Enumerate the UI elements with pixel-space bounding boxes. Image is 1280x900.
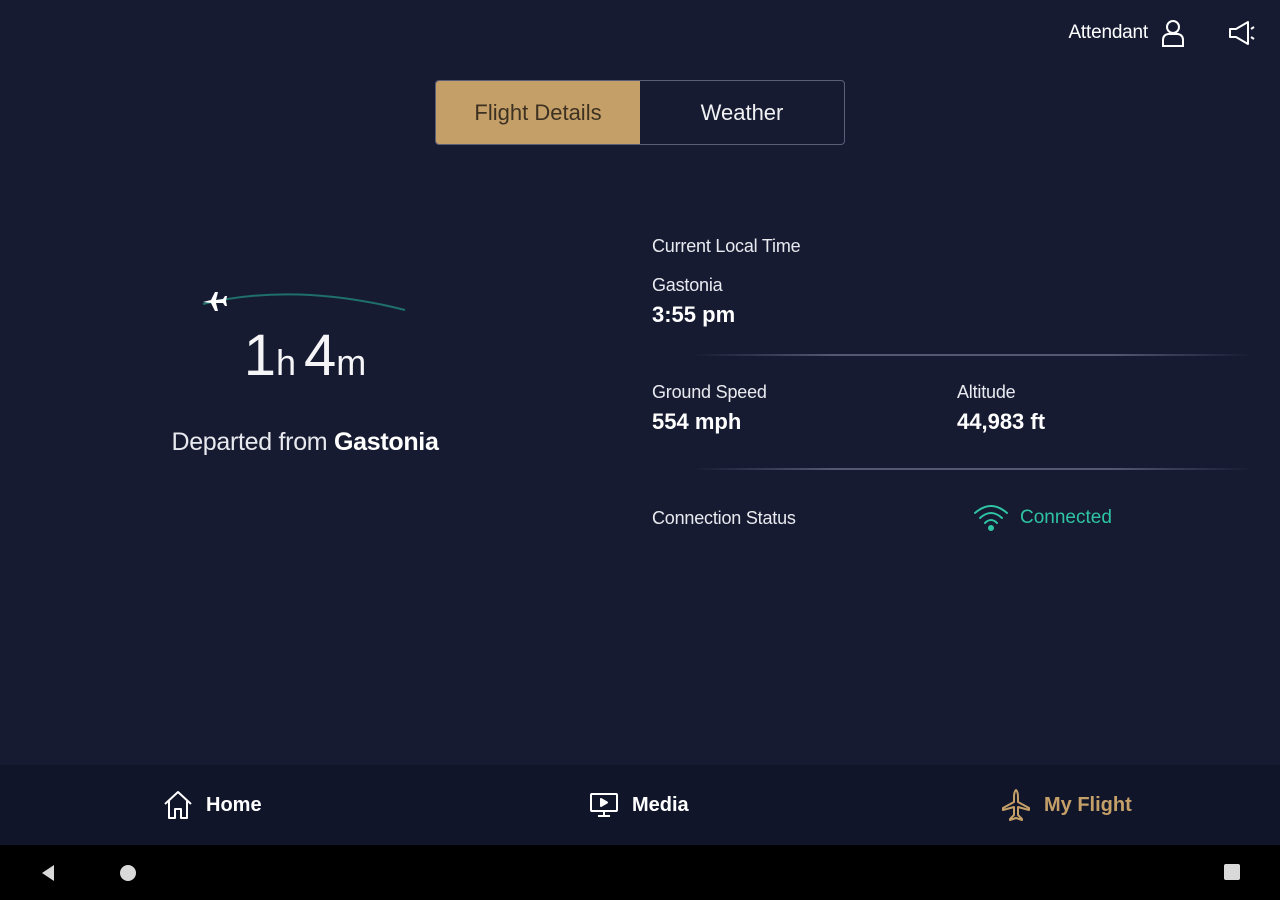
local-time-section: Current Local Time Gastonia 3:55 pm (652, 236, 1262, 354)
back-icon[interactable] (38, 863, 58, 883)
speed-altitude-section: Ground Speed 554 mph Altitude 44,983 ft (652, 356, 1262, 468)
ground-speed-value: 554 mph (652, 409, 742, 434)
system-nav-bar (0, 845, 1280, 900)
flight-path-arc (202, 292, 406, 311)
nav-my-flight-label: My Flight (1044, 793, 1132, 816)
duration-minutes: 4 (304, 323, 337, 388)
nav-media[interactable]: Media (588, 765, 689, 845)
bottom-nav: Home Media My Flight (0, 765, 1280, 845)
system-home-button[interactable] (120, 865, 136, 881)
duration-hours: 1 (243, 323, 276, 388)
duration-hours-unit: h (275, 342, 297, 383)
tab-flight-details[interactable]: Flight Details (436, 81, 640, 144)
tab-bar: Flight Details Weather (435, 80, 845, 145)
connection-value: Connected (1020, 507, 1112, 528)
nav-my-flight[interactable]: My Flight (1000, 765, 1132, 845)
person-icon (1162, 20, 1184, 47)
local-time-city: Gastonia (652, 275, 723, 295)
flight-duration: 1h 4m (140, 322, 470, 389)
altitude-label: Altitude (957, 382, 1016, 402)
attendant-button[interactable]: Attendant (1068, 17, 1186, 49)
flight-progress: 1h 4m Departed from Gastonia (140, 260, 470, 480)
altitude-block: Altitude 44,983 ft (957, 382, 1262, 468)
ground-speed-block: Ground Speed 554 mph (652, 382, 957, 468)
home-icon (164, 791, 192, 819)
local-time-label: Current Local Time (652, 236, 801, 256)
nav-home-label: Home (206, 793, 262, 816)
local-time-value: 3:55 pm (652, 302, 736, 327)
flight-info-panel: Current Local Time Gastonia 3:55 pm Grou… (652, 236, 1262, 534)
ground-speed-label: Ground Speed (652, 382, 767, 402)
media-screen-icon (590, 793, 618, 817)
nav-home[interactable]: Home (162, 765, 262, 845)
connection-label: Connection Status (652, 507, 796, 528)
duration-minutes-unit: m (336, 342, 367, 383)
departed-text: Departed from Gastonia (140, 428, 470, 457)
tab-weather[interactable]: Weather (640, 81, 844, 144)
megaphone-icon[interactable] (1226, 17, 1258, 49)
nav-media-label: Media (632, 793, 689, 816)
airplane-icon (1002, 789, 1030, 821)
top-bar: Attendant (880, 0, 1280, 66)
departed-prefix: Departed from (171, 428, 328, 456)
airplane-icon (203, 292, 227, 311)
departed-city: Gastonia (333, 428, 439, 456)
connection-section: Connection Status Connected (652, 470, 1262, 534)
connection-status: Connected (972, 502, 1112, 534)
wifi-icon (974, 505, 1008, 531)
attendant-label: Attendant (1068, 22, 1148, 43)
recents-button[interactable] (1224, 864, 1240, 880)
altitude-value: 44,983 ft (957, 409, 1046, 434)
